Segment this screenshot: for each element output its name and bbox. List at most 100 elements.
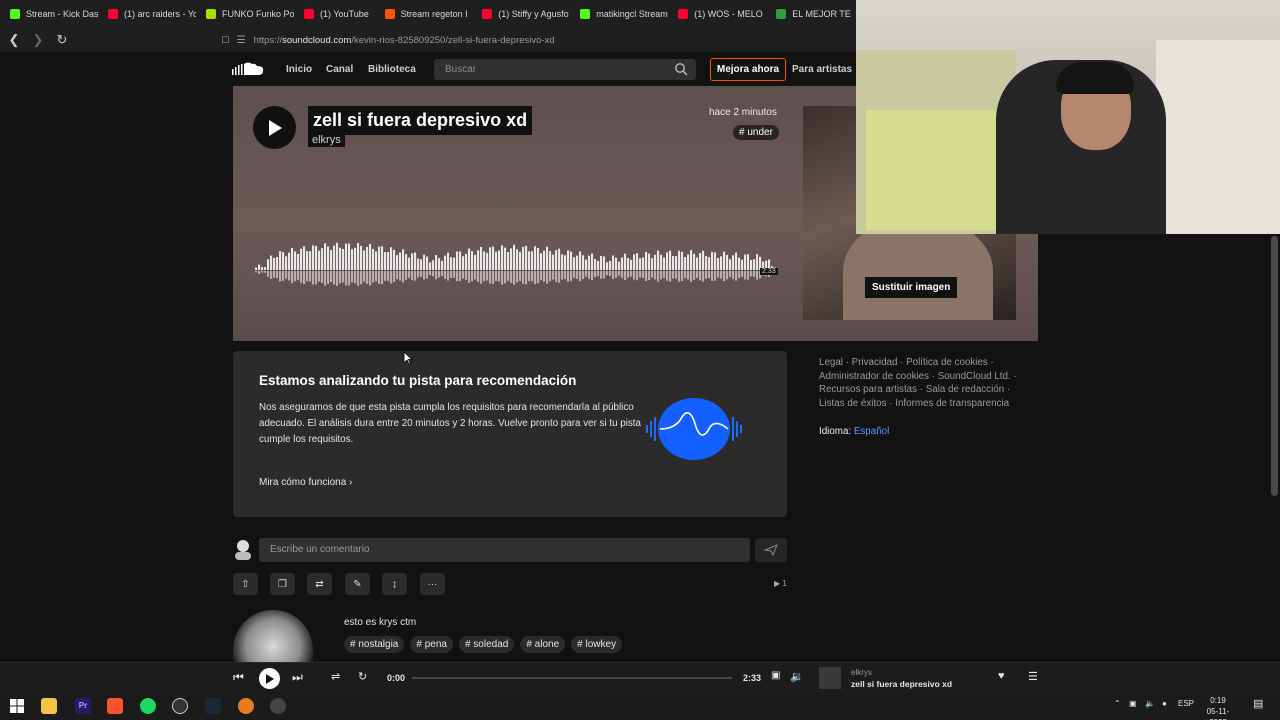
edit-button[interactable]: ✎ xyxy=(345,573,370,595)
clock-date: 05-11-2025 xyxy=(1206,707,1230,720)
spotify-icon[interactable] xyxy=(140,698,156,714)
browser-tab[interactable]: Stream - Kick Das xyxy=(0,0,98,28)
tag[interactable]: # alone xyxy=(520,636,566,653)
repost-button[interactable]: ⇄ xyxy=(307,573,332,595)
volume-icon[interactable]: 🔉 xyxy=(790,670,804,683)
comment-input[interactable]: Escribe un comentario xyxy=(259,538,750,562)
brave-icon[interactable] xyxy=(107,698,123,714)
steam-icon[interactable] xyxy=(205,698,221,714)
previous-icon[interactable]: ⏮ xyxy=(233,670,244,685)
footer-links[interactable]: Legal · Privacidad · Política de cookies… xyxy=(819,356,1024,410)
tag[interactable]: # nostalgia xyxy=(344,636,405,653)
soundcloud-logo-icon[interactable] xyxy=(232,61,264,77)
tag[interactable]: # soledad xyxy=(458,636,515,653)
waveform-bar xyxy=(438,258,441,270)
waveform-bar xyxy=(402,249,405,270)
now-playing-artist[interactable]: elkrys xyxy=(851,668,872,677)
share-button[interactable]: ⇧ xyxy=(233,573,258,595)
app-icon[interactable] xyxy=(238,698,254,714)
forward-icon[interactable]: ❯ xyxy=(28,30,48,50)
bookmark-icon[interactable]: □ xyxy=(222,34,229,46)
browser-tab[interactable]: (1) WOS - MELO xyxy=(668,0,766,28)
waveform-bar xyxy=(537,248,540,270)
system-clock[interactable]: 0:19 05-11-2025 xyxy=(1198,695,1238,720)
browser-tab-strip: Stream - Kick Das (1) arc raiders - Yo F… xyxy=(0,0,856,28)
queue-list-icon[interactable]: ☰ xyxy=(1028,670,1038,683)
search-icon[interactable] xyxy=(674,62,688,76)
notification-icon[interactable]: ▤ xyxy=(1253,697,1263,710)
waveform-reflection xyxy=(651,271,654,278)
waveform-reflection xyxy=(300,271,303,283)
browser-tab-active[interactable]: Stream regeton I xyxy=(375,0,473,28)
waveform-bar xyxy=(636,253,639,270)
browser-tab[interactable]: FUNKO Funko Po xyxy=(196,0,294,28)
how-it-works-link[interactable]: Mira cómo funciona › xyxy=(259,477,352,488)
genre-tag[interactable]: # under xyxy=(733,125,779,140)
waveform-bar xyxy=(477,250,480,270)
waveform-reflection xyxy=(642,271,645,278)
obs-icon[interactable] xyxy=(172,698,188,714)
repeat-icon[interactable]: ↻ xyxy=(358,670,367,683)
shuffle-icon[interactable]: ⇌ xyxy=(331,670,340,683)
track-artist[interactable]: elkrys xyxy=(308,133,345,147)
search-input[interactable]: Buscar xyxy=(434,59,696,80)
file-explorer-icon[interactable] xyxy=(41,698,57,714)
progress-bar[interactable] xyxy=(412,677,732,679)
now-playing-title[interactable]: zell si fuera depresivo xd xyxy=(851,679,952,689)
replace-image-button[interactable]: Sustituir imagen xyxy=(865,277,958,298)
microphone-icon[interactable]: ● xyxy=(1162,699,1167,708)
browser-tab[interactable]: (1) arc raiders - Yo xyxy=(98,0,196,28)
language-indicator[interactable]: ESP xyxy=(1178,699,1194,708)
waveform-bar xyxy=(747,254,750,270)
site-info-icon[interactable]: ☰ xyxy=(237,35,246,46)
player-play-button[interactable] xyxy=(259,668,280,689)
waveform-bar xyxy=(753,259,756,270)
url-field[interactable]: □ ☰ https://soundcloud.com/kevin-rios-82… xyxy=(222,34,555,46)
waveform-bar xyxy=(381,246,384,270)
more-button[interactable]: ··· xyxy=(420,573,445,595)
browser-tab[interactable]: matikingcl Stream xyxy=(570,0,668,28)
back-icon[interactable]: ❮ xyxy=(4,30,24,50)
tray-chevron-icon[interactable]: ⌃ xyxy=(1114,699,1121,708)
upgrade-button[interactable]: Mejora ahora xyxy=(710,58,786,81)
like-icon[interactable]: ♥ xyxy=(998,670,1005,682)
waveform-bar xyxy=(717,257,720,270)
tag[interactable]: # lowkey xyxy=(571,636,623,653)
waveform-reflection xyxy=(255,271,258,273)
nav-feed[interactable]: Canal xyxy=(326,64,353,75)
waveform-bar xyxy=(639,258,642,270)
browser-tab[interactable]: (1) Stiffy y Agusfo xyxy=(472,0,570,28)
language-value[interactable]: Español xyxy=(854,426,889,437)
waveform[interactable] xyxy=(255,236,777,300)
browser-tab[interactable]: (1) YouTube xyxy=(294,0,375,28)
artist-avatar[interactable] xyxy=(233,610,313,662)
now-playing-thumbnail[interactable] xyxy=(819,667,841,689)
cast-icon[interactable]: ▣ xyxy=(771,670,780,681)
premiere-icon[interactable]: Pr xyxy=(75,698,91,714)
send-comment-button[interactable] xyxy=(755,538,787,562)
speaker-icon[interactable]: 🔈 xyxy=(1145,699,1155,708)
waveform-bar xyxy=(342,248,345,270)
for-artists-link[interactable]: Para artistas xyxy=(792,64,852,75)
waveform-reflection xyxy=(660,271,663,280)
waveform-reflection xyxy=(417,271,420,278)
next-icon[interactable]: ⏭ xyxy=(292,670,303,685)
waveform-bar xyxy=(606,262,609,270)
page-scrollbar[interactable] xyxy=(1271,236,1278,496)
add-to-queue-button[interactable]: ↨ xyxy=(382,573,407,595)
language-selector[interactable]: Idioma: Español xyxy=(819,426,889,437)
network-icon[interactable]: ▣ xyxy=(1129,699,1137,708)
waveform-reflection xyxy=(342,271,345,283)
comment-placeholder: Escribe un comentario xyxy=(270,544,370,555)
reload-icon[interactable]: ↻ xyxy=(52,30,72,50)
nav-home[interactable]: Inicio xyxy=(286,64,312,75)
browser-tab[interactable]: EL MEJOR TE xyxy=(766,0,856,28)
waveform-reflection xyxy=(657,271,660,282)
waveform-bar xyxy=(363,250,366,270)
tag[interactable]: # pena xyxy=(410,636,453,653)
copy-link-button[interactable]: ❐ xyxy=(270,573,295,595)
play-button[interactable] xyxy=(253,106,296,149)
media-player-icon[interactable] xyxy=(270,698,286,714)
nav-library[interactable]: Biblioteca xyxy=(368,64,416,75)
windows-start-icon[interactable] xyxy=(9,698,25,714)
